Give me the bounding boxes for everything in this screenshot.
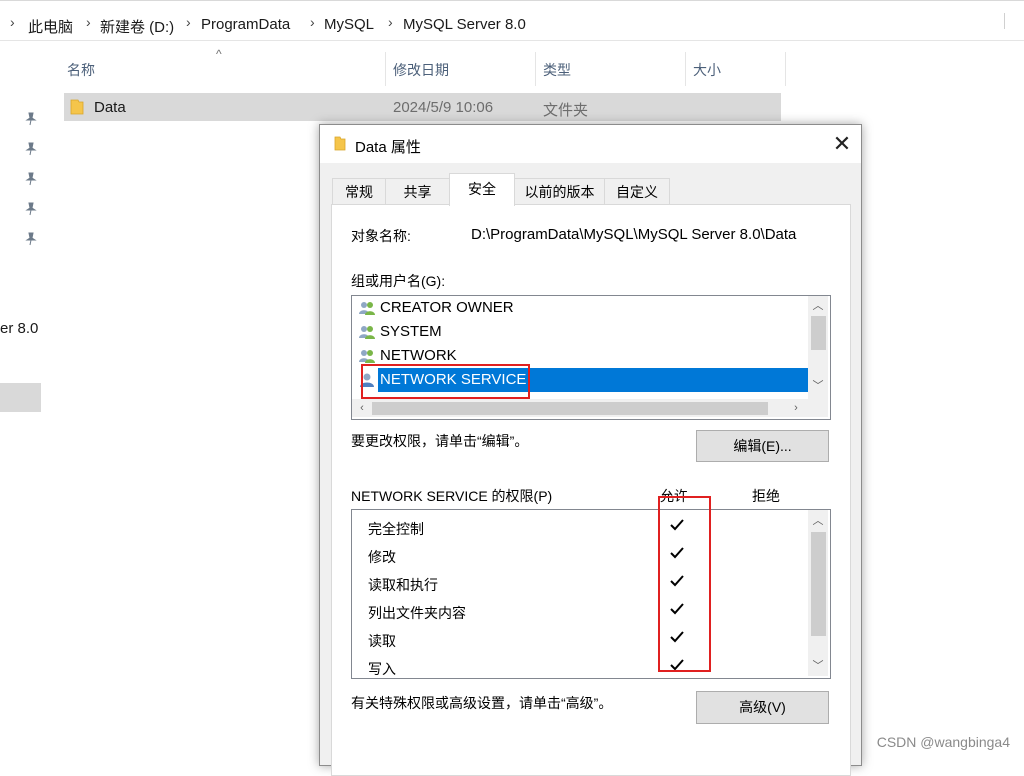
file-type: 文件夹 (543, 102, 589, 119)
tab-security[interactable]: 安全 (449, 173, 515, 206)
chevron-right-icon: › (10, 14, 15, 30)
users-group-icon (359, 326, 375, 339)
pin-icon[interactable] (24, 172, 38, 186)
chevron-right-icon: › (388, 14, 393, 30)
column-header-modified[interactable]: 修改日期 (393, 60, 449, 80)
object-name-label: 对象名称: (351, 228, 411, 244)
deny-header: 拒绝 (752, 488, 780, 504)
user-name: SYSTEM (380, 323, 442, 340)
breadcrumb-item[interactable]: 新建卷 (D:) (100, 16, 174, 37)
object-name-value: D:\ProgramData\MySQL\MySQL Server 8.0\Da… (471, 226, 797, 243)
column-divider[interactable] (685, 52, 686, 86)
permission-row: 读取和执行 (352, 570, 808, 598)
scroll-up-icon[interactable]: ︿ (810, 298, 826, 314)
tab-previous-versions[interactable]: 以前的版本 (514, 178, 605, 205)
permission-name: 读取和执行 (368, 577, 438, 593)
column-header-size[interactable]: 大小 (693, 60, 721, 80)
pin-icon[interactable] (24, 112, 38, 126)
pin-icon[interactable] (24, 202, 38, 216)
nav-item-label[interactable]: er 8.0 (0, 320, 38, 337)
folder-icon (334, 136, 346, 151)
file-name: Data (94, 99, 126, 116)
advanced-hint: 有关特殊权限或高级设置，请单击“高级”。 (351, 695, 613, 711)
group-users-label: 组或用户名(G): (351, 273, 446, 289)
permission-row: 读取 (352, 626, 808, 654)
permission-name: 读取 (368, 633, 396, 649)
scrollbar-thumb[interactable] (811, 316, 826, 350)
column-divider[interactable] (535, 52, 536, 86)
breadcrumb-item[interactable]: 此电脑 (28, 16, 73, 37)
users-group-icon (359, 302, 375, 315)
users-group-icon (359, 350, 375, 363)
address-bar[interactable]: › 此电脑 › 新建卷 (D:) › ProgramData › MySQL ›… (0, 0, 1024, 41)
permission-name: 完全控制 (368, 521, 424, 537)
chevron-right-icon: › (186, 14, 191, 30)
user-name: NETWORK (380, 347, 457, 364)
scroll-left-icon[interactable]: ‹ (354, 400, 370, 416)
permission-name: 修改 (368, 549, 396, 565)
breadcrumb-item[interactable]: ProgramData (201, 16, 290, 33)
scrollbar-thumb[interactable] (372, 402, 768, 415)
breadcrumb-item[interactable]: MySQL (324, 16, 374, 33)
column-divider[interactable] (385, 52, 386, 86)
scroll-down-icon[interactable]: ﹀ (810, 658, 826, 674)
permission-name: 写入 (368, 661, 396, 677)
advanced-button[interactable]: 高级(V) (696, 691, 829, 724)
nav-item-selected[interactable] (0, 383, 41, 412)
dialog-title: Data 属性 (355, 139, 421, 156)
edit-hint: 要更改权限，请单击“编辑”。 (351, 433, 529, 449)
column-header-type[interactable]: 类型 (543, 60, 571, 80)
sort-ascending-icon: ^ (216, 47, 222, 61)
scrollbar-thumb[interactable] (811, 532, 826, 636)
properties-dialog: Data 属性 ✕ 常规 共享 安全 以前的版本 自定义 对象名称: D:\Pr… (319, 124, 862, 776)
permission-row: 完全控制 (352, 514, 808, 542)
divider (0, 0, 1024, 1)
folder-icon (70, 99, 84, 115)
annotation-highlight-box (658, 496, 711, 672)
divider (1004, 13, 1005, 29)
user-name: CREATOR OWNER (380, 299, 514, 316)
permissions-list[interactable]: 完全控制 修改 读取和执行 列出文件夹内容 读取 写入 ︿ ﹀ (351, 509, 831, 679)
scroll-up-icon[interactable]: ︿ (810, 513, 826, 529)
column-divider[interactable] (785, 52, 786, 86)
close-icon[interactable]: ✕ (829, 131, 855, 157)
permissions-title: NETWORK SERVICE 的权限(P) (351, 488, 553, 504)
scroll-down-icon[interactable]: ﹀ (810, 378, 826, 394)
annotation-highlight-box (361, 364, 530, 399)
list-item[interactable]: CREATOR OWNER (358, 296, 808, 320)
pin-icon[interactable] (24, 142, 38, 156)
permission-row: 写入 (352, 654, 808, 678)
permission-row: 列出文件夹内容 (352, 598, 808, 626)
permission-row: 修改 (352, 542, 808, 570)
watermark: CSDN @wangbinga4 (876, 734, 1010, 750)
list-item[interactable]: SYSTEM (358, 320, 808, 344)
scroll-right-icon[interactable]: › (788, 400, 804, 416)
permission-name: 列出文件夹内容 (368, 605, 466, 621)
column-header-name[interactable]: 名称 (67, 60, 95, 80)
chevron-right-icon: › (310, 14, 315, 30)
edit-button[interactable]: 编辑(E)... (696, 430, 829, 462)
user-list[interactable]: CREATOR OWNER SYSTEM NETWORK NETWORK SER… (351, 295, 831, 420)
file-modified: 2024/5/9 10:06 (393, 99, 494, 116)
tab-customize[interactable]: 自定义 (604, 178, 670, 205)
pin-icon[interactable] (24, 232, 38, 246)
tab-general[interactable]: 常规 (332, 178, 386, 205)
tab-sharing[interactable]: 共享 (385, 178, 450, 205)
chevron-right-icon: › (86, 14, 91, 30)
breadcrumb-item[interactable]: MySQL Server 8.0 (403, 16, 526, 33)
